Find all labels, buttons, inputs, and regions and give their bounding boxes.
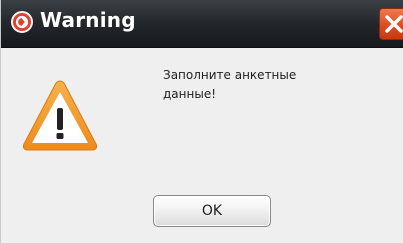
- window-title: Warning: [40, 8, 136, 32]
- ok-button[interactable]: OK: [153, 195, 271, 227]
- app-logo-icon: [11, 11, 33, 33]
- warning-dialog: Warning Заполните анкетные данные! OK: [0, 0, 403, 243]
- warning-icon: [21, 78, 99, 152]
- title-bar: Warning: [1, 0, 403, 48]
- warning-message: Заполните анкетные данные!: [163, 68, 297, 101]
- close-button[interactable]: [379, 8, 403, 40]
- close-icon: [385, 15, 403, 33]
